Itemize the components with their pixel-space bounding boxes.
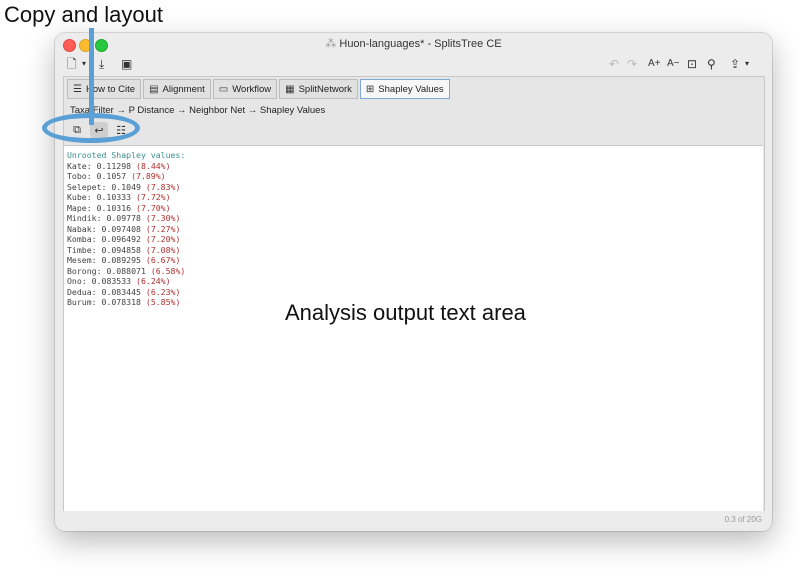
workflow-icon: ▭ [218, 83, 229, 95]
taxon-name: Nabak [67, 223, 92, 234]
annotation-title: Copy and layout [4, 2, 163, 27]
shapley-value: 0.096492 [101, 234, 141, 244]
lines-icon: ☰ [73, 83, 82, 95]
shapley-percent: (7.83%) [145, 181, 181, 192]
taxon-name: Kate [67, 160, 87, 171]
tab-alignment[interactable]: ▤ Alignment [143, 79, 211, 99]
zoom-out-text-button[interactable]: A− [667, 55, 680, 73]
toolbar: 🗋 ▾ ⤓ ▣ ↶ ↷ A+ A− ⊡ ⚲ ⇪ ▾ [55, 55, 772, 75]
splitstree-icon: ⁂ [325, 38, 337, 50]
table-icon: ⊞ [365, 83, 375, 95]
tab-label: Alignment [162, 83, 205, 95]
output-row: Selepet: 0.1049 (7.83%) [67, 181, 181, 192]
taxon-name: Mesem [67, 255, 92, 265]
window-title-text: Huon-languages* - SplitsTree CE [339, 38, 502, 50]
redo-icon[interactable]: ↷ [627, 55, 637, 73]
shapley-value: 0.089295 [101, 255, 141, 265]
shapley-percent: (6.58%) [150, 265, 186, 276]
shapley-value: 0.10316 [96, 202, 132, 213]
taxon-name: Timbe [67, 244, 92, 255]
zoom-in-text-button[interactable]: A+ [648, 55, 661, 73]
taxon-name: Kube [67, 192, 87, 202]
tab-label: Shapley Values [378, 83, 444, 95]
taxon-name: Selepet [67, 181, 102, 192]
output-row: Mesem: 0.089295 (6.67%) [67, 255, 181, 265]
shapley-percent: (6.67%) [145, 255, 181, 265]
shapley-percent: (7.27%) [145, 223, 181, 234]
shapley-value: 0.094858 [101, 244, 141, 255]
taxon-name: Dedua [67, 286, 92, 297]
shapley-value: 0.1049 [111, 181, 141, 192]
window-title: ⁂ Huon-languages* - SplitsTree CE [55, 37, 772, 50]
shapley-percent: (7.08%) [145, 244, 181, 255]
output-header: Unrooted Shapley values: [67, 150, 186, 160]
shapley-value: 0.083445 [101, 286, 141, 297]
annotation-output-label: Analysis output text area [285, 300, 526, 325]
shapley-percent: (7.30%) [145, 213, 181, 223]
output-row: Komba: 0.096492 (7.20%) [67, 234, 181, 244]
taxon-name: Mindik [67, 213, 97, 223]
shapley-value: 0.11298 [96, 160, 132, 171]
shapley-percent: (5.85%) [145, 297, 181, 307]
output-row: Mape: 0.10316 (7.70%) [67, 202, 171, 213]
chevron-down-icon[interactable]: ▾ [745, 55, 749, 73]
new-file-icon[interactable]: 🗋 [67, 55, 77, 73]
shapley-value: 0.083533 [91, 276, 132, 286]
taxon-name: Komba [67, 234, 92, 244]
output-text-area[interactable]: Unrooted Shapley values: Kate: 0.11298 (… [64, 145, 763, 531]
shapley-percent: (7.20%) [145, 234, 181, 244]
output-row: Kube: 0.10333 (7.72%) [67, 192, 171, 202]
alignment-icon: ▤ [149, 83, 159, 95]
title-bar: ⁂ Huon-languages* - SplitsTree CE [55, 33, 772, 55]
shapley-percent: (6.24%) [136, 276, 171, 286]
output-row: Timbe: 0.094858 (7.08%) [67, 244, 181, 255]
shapley-percent: (6.23%) [145, 286, 181, 297]
tab-how-to-cite[interactable]: ☰ How to Cite [67, 79, 142, 99]
taxon-name: Burum [67, 297, 92, 307]
output-row: Borong: 0.088071 (6.58%) [67, 265, 186, 276]
shapley-percent: (7.70%) [136, 202, 171, 213]
tab-splitnetwork[interactable]: ▦ SplitNetwork [279, 79, 358, 99]
network-icon: ▦ [285, 83, 295, 95]
tab-label: SplitNetwork [298, 83, 352, 95]
search-icon[interactable]: ⚲ [707, 55, 716, 73]
tab-label: Workflow [232, 83, 272, 95]
undo-icon[interactable]: ↶ [609, 55, 619, 73]
shapley-value: 0.078318 [101, 297, 141, 307]
annotation-pointer-line [89, 28, 94, 125]
shapley-percent: (7.72%) [136, 192, 171, 202]
shapley-value: 0.097408 [101, 223, 141, 234]
chevron-down-icon[interactable]: ▾ [82, 55, 86, 73]
output-row: Mindik: 0.09778 (7.30%) [67, 213, 181, 223]
output-row: Kate: 0.11298 (8.44%) [67, 160, 171, 171]
tab-bar: ☰ How to Cite ▤ Alignment ▭ Workflow ▦ S… [67, 79, 452, 99]
taxon-name: Mape [67, 202, 87, 213]
shapley-value: 0.1057 [96, 171, 127, 181]
app-window: ⁂ Huon-languages* - SplitsTree CE 🗋 ▾ ⤓ ▣… [55, 33, 772, 531]
output-rows: Kate: 0.11298 (8.44%) Tobo: 0.1057 (7.89%… [67, 161, 763, 308]
output-row: Nabak: 0.097408 (7.27%) [67, 223, 181, 234]
tab-shapley-values[interactable]: ⊞ Shapley Values [359, 79, 450, 99]
shapley-value: 0.088071 [106, 265, 146, 276]
output-row: Ono: 0.083533 (6.24%) [67, 276, 171, 286]
output-row: Tobo: 0.1057 (7.89%) [67, 171, 166, 181]
annotation-highlight-ellipse [42, 113, 140, 143]
taxon-name: Ono [67, 276, 82, 286]
memory-status: 0.3 of 20G [724, 515, 762, 524]
share-icon[interactable]: ⇪ [730, 55, 740, 73]
status-bar: 0.3 of 20G [55, 511, 772, 531]
taxon-name: Borong [67, 265, 97, 276]
sidebar-toggle-icon[interactable]: ▣ [121, 55, 132, 73]
shapley-value: 0.09778 [106, 213, 141, 223]
output-row: Dedua: 0.083445 (6.23%) [67, 286, 181, 297]
import-icon[interactable]: ⤓ [99, 55, 104, 73]
shapley-percent: (7.89%) [131, 171, 166, 181]
fit-window-icon[interactable]: ⊡ [687, 55, 697, 73]
tab-workflow[interactable]: ▭ Workflow [212, 79, 278, 99]
shapley-value: 0.10333 [96, 192, 132, 202]
taxon-name: Tobo [67, 171, 87, 181]
shapley-percent: (8.44%) [136, 160, 171, 171]
